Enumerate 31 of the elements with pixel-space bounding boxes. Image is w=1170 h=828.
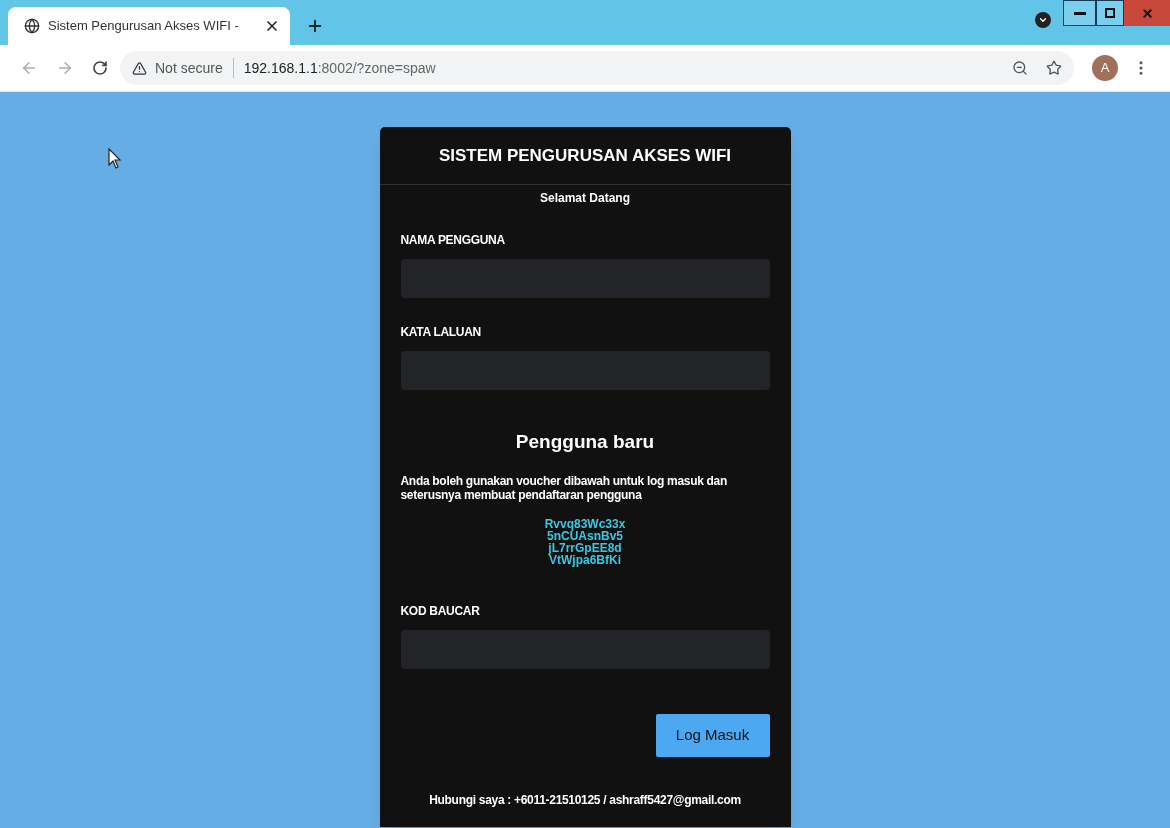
voucher-code: jL7rrGpEE8d — [548, 541, 622, 554]
section-heading: Pengguna baru — [514, 430, 656, 454]
field-label: NAMA PENGGUNA — [400, 232, 506, 249]
new-tab-icon[interactable] — [306, 17, 324, 35]
field-label: KATA LALUAN — [400, 324, 482, 341]
avatar[interactable]: A — [1092, 55, 1118, 81]
security-label: Not secure — [155, 58, 223, 78]
address-bar[interactable]: Not secure 192.168.1.1:8002/?zone=spaw — [120, 51, 1074, 85]
info-text: Anda boleh gunakan voucher dibawah untuk log masuk dan seterusnya membuat pendaftaran pengguna — [400, 473, 728, 502]
tab-title: Sistem Pengurusan Akses WIFI - — [48, 17, 240, 36]
profile-menu-icon[interactable] — [1035, 12, 1051, 28]
reload-icon[interactable] — [92, 60, 108, 76]
url-text: 192.168.1.1:8002/?zone=spaw — [243, 58, 436, 78]
voucher-code: Rvvq83Wc33x — [544, 517, 626, 530]
mouse-cursor-icon — [108, 148, 122, 170]
browser-tab[interactable]: Sistem Pengurusan Akses WIFI - — [8, 7, 290, 45]
star-icon[interactable] — [1046, 60, 1062, 76]
login-button[interactable]: Log Masuk — [655, 713, 770, 757]
contact-text: Hubungi saya : +6011-21510125 / ashraff5427@gmail.com — [428, 791, 742, 809]
close-icon[interactable] — [264, 18, 280, 34]
card-title: SISTEM PENGURUSAN AKSES WIFI — [438, 144, 732, 167]
warning-icon — [132, 60, 147, 76]
globe-icon — [24, 18, 40, 34]
welcome-text: Selamat Datang — [539, 190, 631, 207]
restore-icon[interactable] — [1096, 0, 1124, 26]
field-label: KOD BAUCAR — [400, 602, 481, 620]
minimize-icon[interactable] — [1063, 0, 1096, 26]
voucher-code: VtWjpa6BfKi — [549, 553, 621, 566]
zoom-icon[interactable] — [1012, 60, 1028, 76]
close-window-icon[interactable] — [1124, 0, 1170, 26]
voucher-code: 5nCUAsnBv5 — [547, 529, 623, 542]
